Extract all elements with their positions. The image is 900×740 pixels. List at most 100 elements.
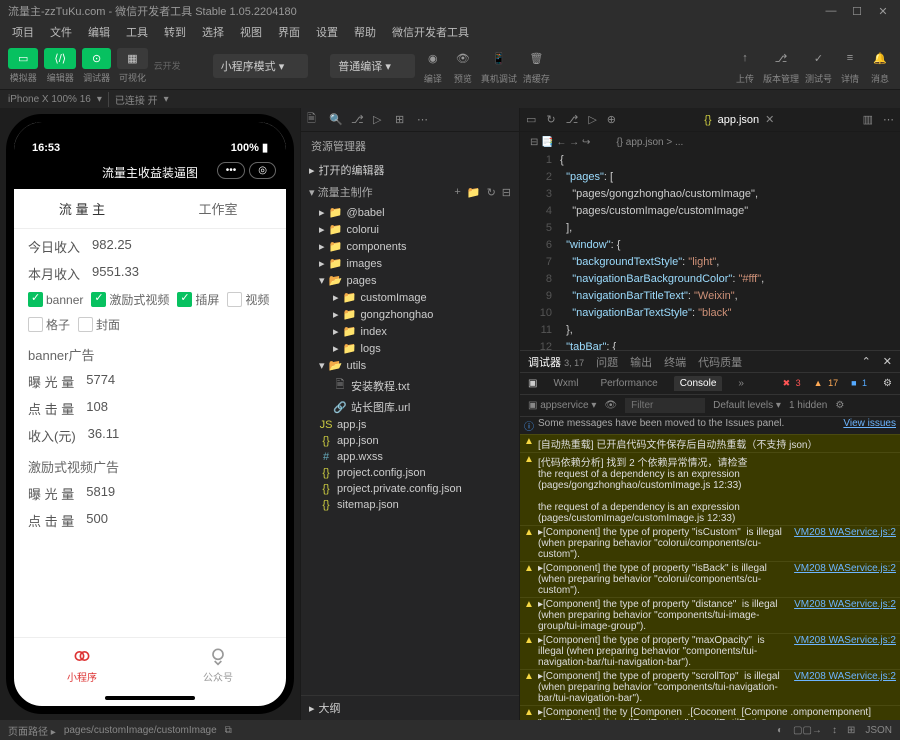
menu-help[interactable]: 帮助 — [346, 22, 384, 42]
open-editors[interactable]: ▸ 打开的编辑器 — [301, 160, 519, 180]
eye-icon[interactable]: 👁 — [604, 400, 617, 411]
upload-icon[interactable]: ↑ — [733, 46, 757, 70]
console-close-icon[interactable]: ✕ — [883, 355, 892, 368]
file-projectprivate[interactable]: {}project.private.config.json — [301, 481, 519, 497]
page-path[interactable]: pages/customImage/customImage — [64, 725, 217, 736]
file-sitemap[interactable]: {}sitemap.json — [301, 497, 519, 513]
device-info[interactable]: iPhone X 100% 16 — [8, 94, 91, 105]
tabbar-official[interactable]: 公众号 — [150, 638, 286, 692]
copy-icon[interactable]: ⧉ — [225, 725, 232, 736]
file-url[interactable]: 🔗站长图库.url — [301, 397, 519, 417]
subtab-perf[interactable]: Performance — [594, 376, 663, 391]
subtab-console[interactable]: Console — [674, 376, 723, 391]
file-tab-icon[interactable]: 🗎 — [307, 110, 321, 129]
menu-goto[interactable]: 转到 — [156, 22, 194, 42]
pos-icon[interactable]: ⊞ — [847, 725, 855, 736]
outline[interactable]: ▸ 大纲 — [301, 695, 519, 720]
menu-settings[interactable]: 设置 — [308, 22, 346, 42]
folder-index[interactable]: ▸ 📁index — [301, 323, 519, 340]
tab-problems[interactable]: 问题 — [596, 354, 618, 370]
menu-edit[interactable]: 编辑 — [80, 22, 118, 42]
file-appwxss[interactable]: #app.wxss — [301, 449, 519, 465]
check-vid[interactable]: 视频 — [227, 291, 269, 308]
collapse-icon[interactable]: ⊟ — [502, 186, 511, 199]
folder-customimage[interactable]: ▸ 📁customImage — [301, 289, 519, 306]
preview-icon[interactable]: 👁 — [451, 46, 475, 70]
code-editor[interactable]: 123456789101112131415 { "pages": [ "page… — [520, 152, 900, 350]
file-appjson[interactable]: {}app.json — [301, 433, 519, 449]
close-icon[interactable]: ✕ — [874, 5, 892, 18]
filter-input[interactable] — [625, 398, 705, 413]
inspect-icon[interactable]: ▣ — [528, 378, 537, 389]
perf-icon[interactable]: ▢▢→ — [793, 725, 822, 736]
lang-json[interactable]: JSON — [865, 725, 892, 736]
subtab-wxml[interactable]: Wxml — [547, 376, 584, 391]
search-icon[interactable]: 🔍 — [329, 113, 343, 126]
ed-icon-2[interactable]: ↻ — [546, 113, 555, 126]
tab-terminal[interactable]: 终端 — [664, 354, 686, 370]
file-install[interactable]: 🗎安装教程.txt — [301, 374, 519, 397]
check-grid[interactable]: 格子 — [28, 316, 70, 333]
refresh-icon[interactable]: ↻ — [487, 186, 496, 199]
ln-icon[interactable]: ↕ — [832, 725, 837, 736]
folder-pages[interactable]: ▾ 📂pages — [301, 272, 519, 289]
breadcrumb-nav[interactable]: ⊟ 📑 ← → ↪ — [530, 137, 590, 148]
visual-button[interactable]: ▦ — [117, 48, 147, 69]
debug-icon[interactable]: ▷ — [373, 113, 387, 126]
menu-file[interactable]: 文件 — [42, 22, 80, 42]
compile-select[interactable]: 普通编译 ▾ — [330, 54, 415, 78]
gear2-icon[interactable]: ⚙ — [835, 400, 844, 411]
breadcrumb-text[interactable]: app.json > ... — [626, 137, 684, 148]
menu-tools[interactable]: 工具 — [118, 22, 156, 42]
msg-icon[interactable]: 🔔 — [868, 46, 892, 70]
clear-icon[interactable]: 🗑 — [524, 46, 548, 70]
menu-wxdevtools[interactable]: 微信开发者工具 — [384, 22, 477, 42]
check-banner[interactable]: banner — [28, 291, 83, 308]
folder-babel[interactable]: ▸ 📁@babel — [301, 204, 519, 221]
subtab-more[interactable]: » — [732, 376, 750, 391]
phone-tab-studio[interactable]: 工作室 — [150, 189, 286, 228]
compile-icon[interactable]: ◉ — [421, 46, 445, 70]
simulator-button[interactable]: ▭ — [8, 48, 38, 69]
menu-ui[interactable]: 界面 — [270, 22, 308, 42]
menu-project[interactable]: 项目 — [4, 22, 42, 42]
check-video[interactable]: 激励式视频 — [91, 291, 169, 308]
ed-split-icon[interactable]: ▥ — [863, 113, 873, 126]
maximize-icon[interactable]: ☐ — [848, 5, 866, 18]
test-icon[interactable]: ✓ — [806, 46, 830, 70]
detail-icon[interactable]: ≡ — [838, 46, 862, 70]
gear-icon[interactable]: ⚙ — [883, 378, 892, 389]
file-appjs[interactable]: JSapp.js — [301, 417, 519, 433]
ed-icon-5[interactable]: ⊕ — [607, 113, 616, 126]
levels-select[interactable]: Default levels ▾ — [713, 400, 781, 411]
new-file-icon[interactable]: + — [454, 186, 460, 199]
mode-select[interactable]: 小程序模式 ▾ — [213, 54, 309, 78]
scene-icon[interactable]: ◐ — [777, 725, 783, 736]
folder-images[interactable]: ▸ 📁images — [301, 255, 519, 272]
ext-icon[interactable]: ⊞ — [395, 113, 409, 126]
capsule-close-icon[interactable]: ◎ — [249, 162, 276, 179]
context-select[interactable]: ▣ appservice ▾ — [528, 400, 596, 411]
console-expand-icon[interactable]: ⌃ — [862, 355, 871, 368]
check-cover[interactable]: 封面 — [78, 316, 120, 333]
folder-components[interactable]: ▸ 📁components — [301, 238, 519, 255]
ed-icon-1[interactable]: ▭ — [526, 113, 536, 126]
branch-icon[interactable]: ⎇ — [351, 113, 365, 126]
capsule-more-icon[interactable]: ••• — [217, 162, 246, 179]
check-inter[interactable]: 插屏 — [177, 291, 219, 308]
view-issues-link[interactable]: View issues — [843, 418, 896, 433]
phone-tab-owner[interactable]: 流 量 主 — [14, 189, 150, 228]
new-folder-icon[interactable]: 📁 — [467, 186, 481, 199]
ed-more-icon[interactable]: ⋯ — [883, 113, 894, 126]
tab-output[interactable]: 输出 — [630, 354, 652, 370]
more-icon[interactable]: ⋯ — [417, 113, 431, 126]
realdevice-icon[interactable]: 📱 — [487, 46, 511, 70]
ed-icon-3[interactable]: ⎇ — [566, 113, 579, 126]
folder-logs[interactable]: ▸ 📁logs — [301, 340, 519, 357]
folder-utils[interactable]: ▾ 📂utils — [301, 357, 519, 374]
editor-button[interactable]: ⟨/⟩ — [44, 48, 76, 69]
tree-root[interactable]: ▾ 流量主制作 — [309, 184, 373, 200]
version-icon[interactable]: ⎇ — [769, 46, 793, 70]
ed-icon-4[interactable]: ▷ — [588, 113, 596, 126]
debugger-button[interactable]: ⊙ — [82, 48, 111, 69]
